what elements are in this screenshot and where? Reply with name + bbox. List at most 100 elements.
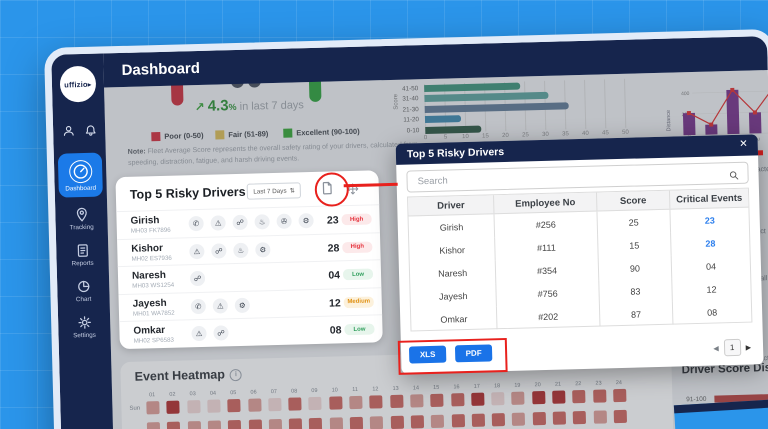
driver-score: 08 [330, 324, 342, 336]
sidebar-item-label: Dashboard [65, 185, 96, 193]
driver-score: 04 [328, 269, 340, 281]
logo-text: uffizio [64, 79, 88, 89]
driver-name: Kishor [131, 242, 163, 254]
highlight-rect-annotation [398, 338, 508, 375]
risky-drivers-modal: Top 5 Risky Drivers ✕ DriverEmployee NoS… [396, 134, 764, 373]
pagination: ◀ 1 ▶ [713, 339, 751, 357]
user-icon[interactable] [62, 124, 75, 137]
dashboard-icon [68, 160, 92, 184]
close-icon[interactable]: ✕ [739, 139, 748, 150]
driver-name: Girish [130, 215, 159, 227]
phone-use-icon: ✆ [188, 216, 203, 231]
sidebar-item-reports[interactable]: Reports [56, 237, 109, 271]
risk-badge: High [342, 241, 372, 253]
overspeed-icon: ☍ [232, 215, 247, 230]
column-header[interactable]: Driver [408, 195, 495, 215]
filter-label: Last 7 Days [253, 187, 286, 195]
uffizio-logo: uffizio▸ [59, 66, 96, 103]
seatbelt-icon: ⚙ [235, 297, 250, 312]
panel-title: Top 5 Risky Drivers [130, 185, 246, 202]
employee-cell: #202 [497, 304, 600, 330]
distraction-icon: ⚠ [213, 298, 228, 313]
harsh-driving-icon: ✇ [276, 214, 291, 229]
employee-cell: #756 [497, 281, 600, 307]
risk-badge: Low [343, 268, 373, 280]
critical-events-cell[interactable]: 28 [671, 231, 749, 256]
driver-name: Naresh [132, 270, 166, 282]
critical-events-cell[interactable]: 23 [671, 208, 749, 233]
search-input[interactable] [415, 167, 728, 188]
sort-icon: ⇅ [289, 187, 294, 194]
column-header[interactable]: Critical Events [670, 189, 748, 209]
reports-icon [75, 243, 90, 258]
score-cell: 83 [599, 279, 673, 304]
overspeed-icon: ☍ [211, 243, 226, 258]
distraction-icon: ⚠ [189, 243, 204, 258]
sidebar-menu: Dashboard Tracking Reports Chart Settings [54, 150, 111, 343]
vehicle-number: MH01 WA7852 [133, 309, 175, 317]
sidebar-top-icons [62, 124, 97, 138]
chart-icon [76, 279, 91, 294]
tracking-icon [74, 207, 89, 222]
settings-icon [77, 315, 92, 330]
driver-cell: Omkar [411, 306, 498, 331]
column-header[interactable]: Employee No [494, 193, 597, 214]
employee-cell: #354 [496, 258, 599, 284]
vehicle-number: MH02 SP6583 [134, 337, 174, 345]
critical-events-cell[interactable]: 04 [672, 254, 750, 279]
vehicle-number: MH02 ES7936 [131, 254, 171, 262]
risk-badge: Low [344, 323, 374, 335]
score-cell: 15 [598, 233, 672, 258]
main-content: ↗ 4.3% in last 7 days Poor (0-50)Fair (5… [104, 70, 768, 429]
critical-events-cell[interactable]: 12 [672, 277, 750, 302]
modal-search [406, 162, 748, 193]
driver-name: Omkar [133, 325, 165, 337]
app-window: uffizio▸ Dashboard Tracking Reports Chart Se… [44, 29, 768, 429]
driver-score: 23 [327, 214, 339, 226]
page-number[interactable]: 1 [723, 339, 740, 356]
score-cell: 90 [598, 256, 672, 281]
driver-cell: Girish [409, 214, 496, 239]
sidebar-item-chart[interactable]: Chart [57, 273, 110, 307]
phone-use-icon: ✆ [191, 298, 206, 313]
overspeed-icon: ☍ [213, 325, 228, 340]
fatigue-icon: ♨ [254, 214, 269, 229]
search-icon[interactable] [728, 167, 739, 178]
seatbelt-icon: ⚙ [298, 213, 313, 228]
legend-swatch-fragment [758, 150, 763, 155]
sidebar-item-label: Chart [76, 296, 92, 303]
vehicle-number: MH03 WS1254 [132, 282, 174, 290]
logo-arrow-icon: ▸ [88, 79, 92, 88]
sidebar-item-tracking[interactable]: Tracking [55, 201, 108, 235]
critical-events-cell[interactable]: 08 [673, 300, 751, 325]
fatigue-icon: ♨ [233, 242, 248, 257]
driver-score: 28 [327, 242, 339, 254]
driver-cell: Jayesh [410, 283, 497, 308]
drivers-table: DriverEmployee NoScoreCritical Events Gi… [407, 188, 752, 332]
modal-title: Top 5 Risky Drivers [407, 145, 505, 160]
driver-cell: Naresh [410, 260, 497, 285]
risk-badge: High [341, 213, 371, 225]
column-header[interactable]: Score [597, 191, 671, 211]
vehicle-number: MH03 FK7896 [131, 227, 171, 235]
seatbelt-icon: ⚙ [255, 242, 270, 257]
sidebar-item-label: Tracking [70, 224, 94, 232]
page-next-icon[interactable]: ▶ [746, 343, 752, 351]
driver-cell: Kishor [409, 237, 496, 262]
score-cell: 25 [597, 210, 671, 235]
employee-cell: #256 [495, 212, 598, 238]
driver-score: 12 [329, 297, 341, 309]
sidebar-item-dashboard[interactable]: Dashboard [58, 153, 103, 198]
overspeed-icon: ☍ [190, 271, 205, 286]
period-filter-dropdown[interactable]: Last 7 Days ⇅ [247, 182, 301, 199]
page-prev-icon[interactable]: ◀ [713, 344, 719, 352]
distraction-icon: ⚠ [210, 215, 225, 230]
sidebar-item-label: Settings [73, 332, 96, 340]
distraction-icon: ⚠ [191, 326, 206, 341]
employee-cell: #111 [495, 235, 598, 261]
bell-icon[interactable] [84, 124, 97, 137]
sidebar-item-settings[interactable]: Settings [58, 309, 111, 343]
score-cell: 87 [600, 302, 674, 327]
page-title: Dashboard [121, 59, 200, 78]
sidebar-item-label: Reports [72, 260, 94, 268]
